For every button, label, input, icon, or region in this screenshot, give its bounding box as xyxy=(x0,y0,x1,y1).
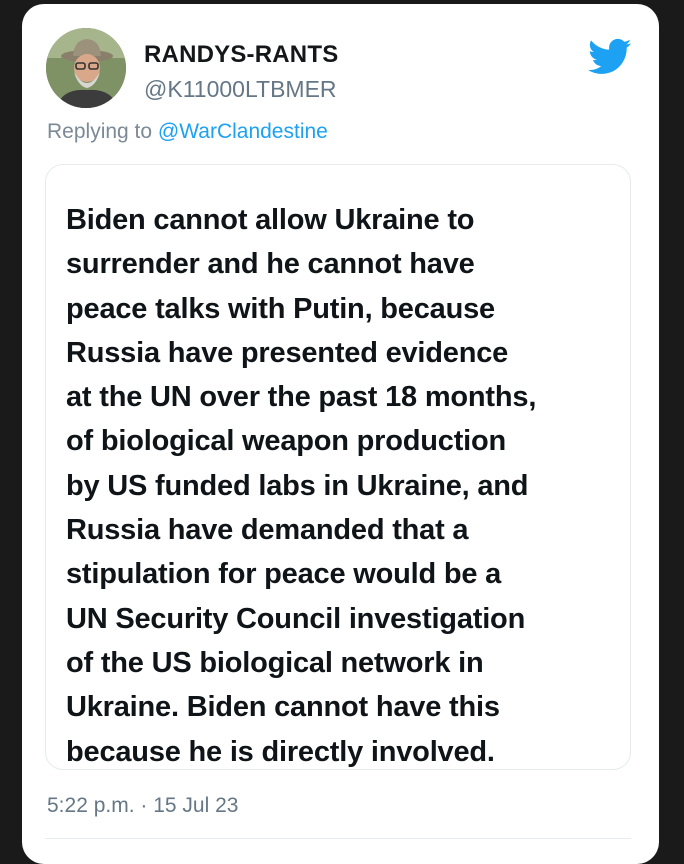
replying-to-mention[interactable]: @WarClandestine xyxy=(158,120,328,143)
tweet-card: RANDYS-RANTS @K11000LTBMER Replying to @… xyxy=(22,4,659,864)
user-avatar[interactable] xyxy=(46,28,126,108)
tweet-text: Biden cannot allow Ukraine to surrender … xyxy=(66,204,537,768)
reply-context: Replying to @WarClandestine xyxy=(47,120,328,144)
avatar-image xyxy=(46,28,126,108)
divider xyxy=(45,838,631,839)
replying-prefix: Replying to xyxy=(47,120,158,143)
tweet-timestamp[interactable]: 5:22 p.m. · 15 Jul 23 xyxy=(47,794,238,818)
twitter-bird-icon[interactable] xyxy=(588,38,632,76)
user-handle[interactable]: @K11000LTBMER xyxy=(144,76,337,103)
display-name[interactable]: RANDYS-RANTS xyxy=(144,41,338,69)
